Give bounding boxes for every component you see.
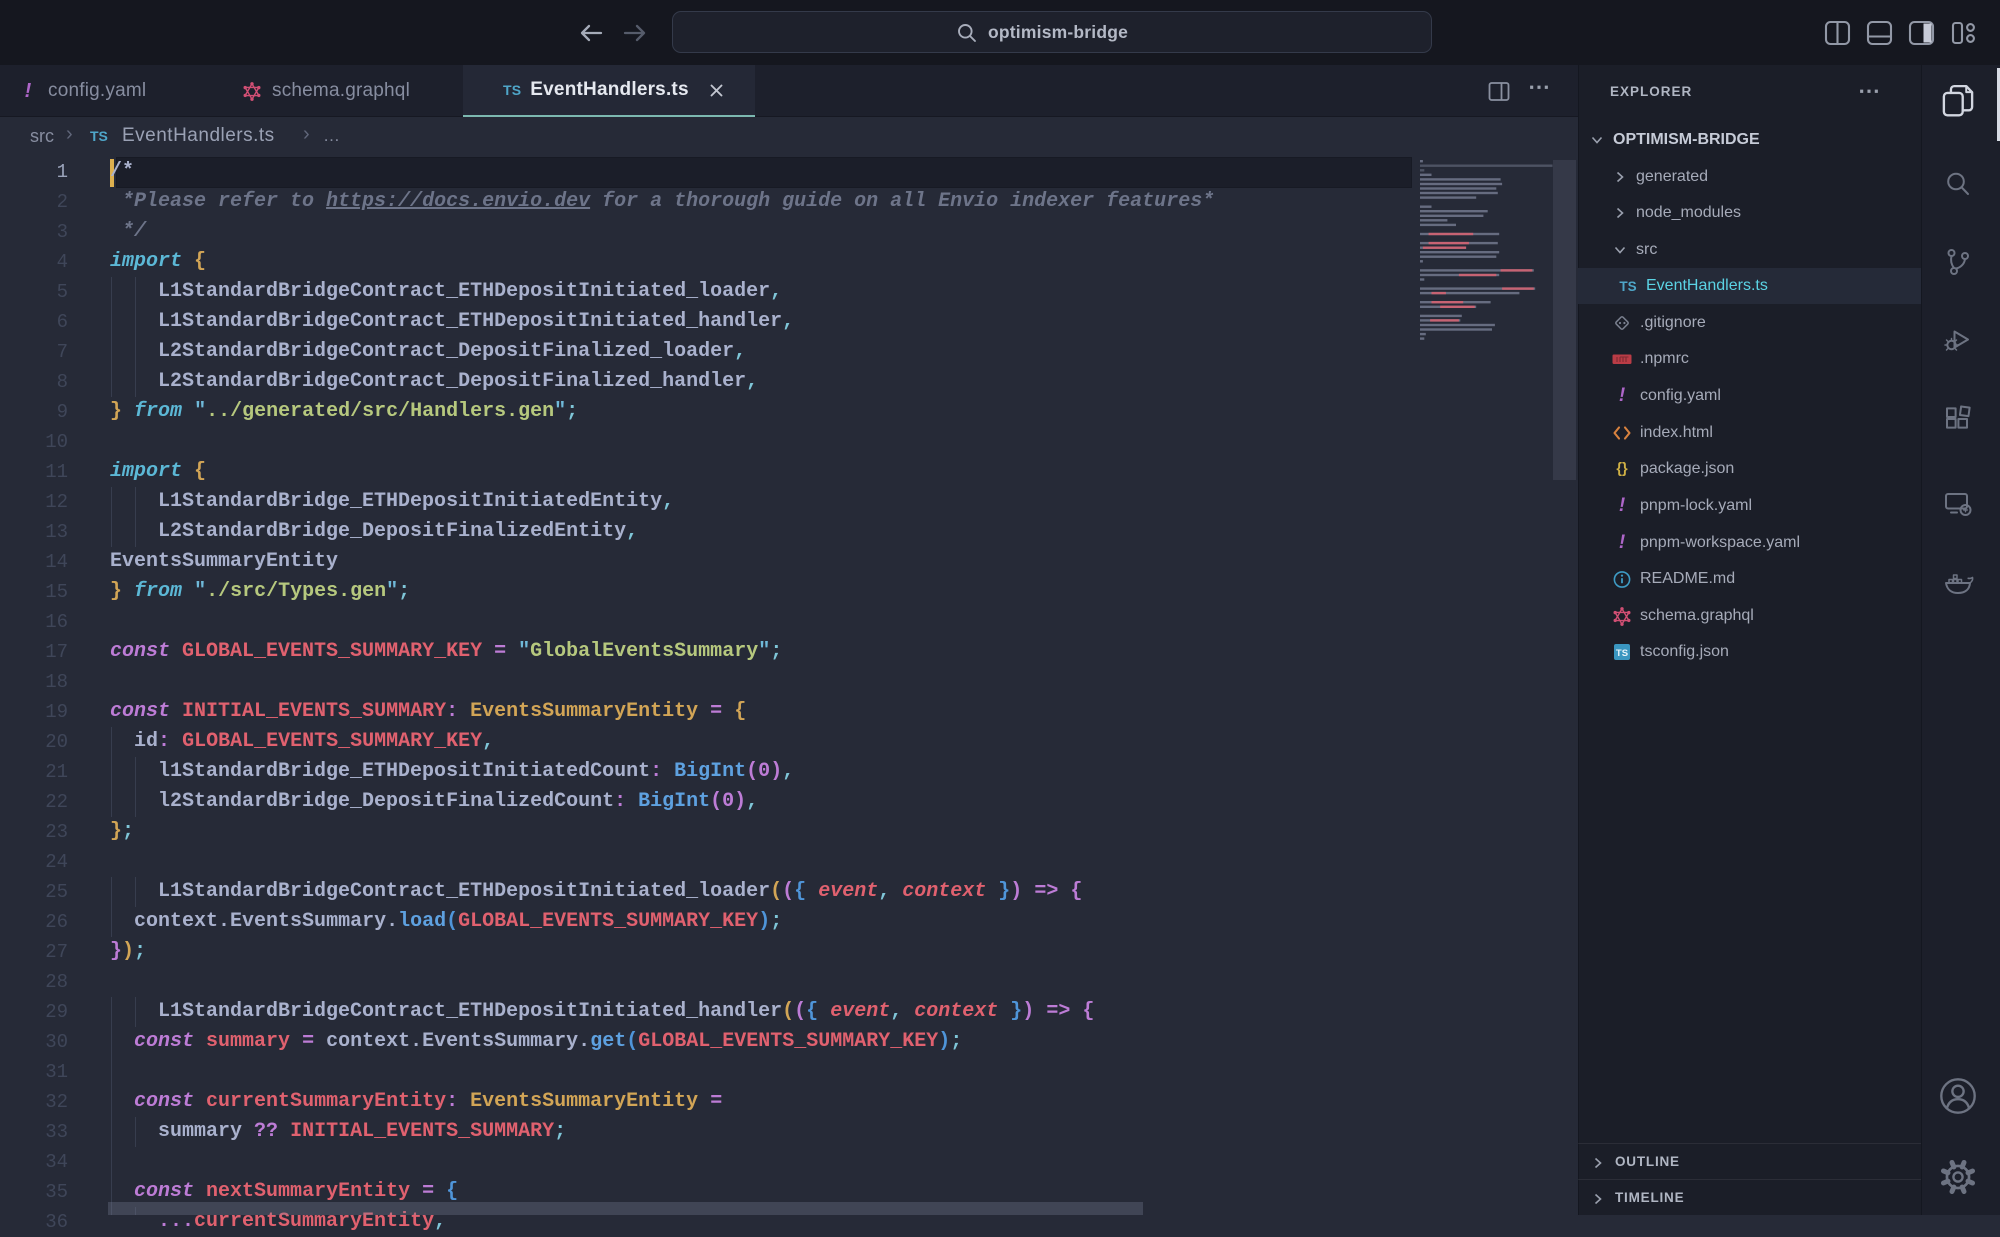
svg-text:TS: TS [1616, 648, 1628, 659]
